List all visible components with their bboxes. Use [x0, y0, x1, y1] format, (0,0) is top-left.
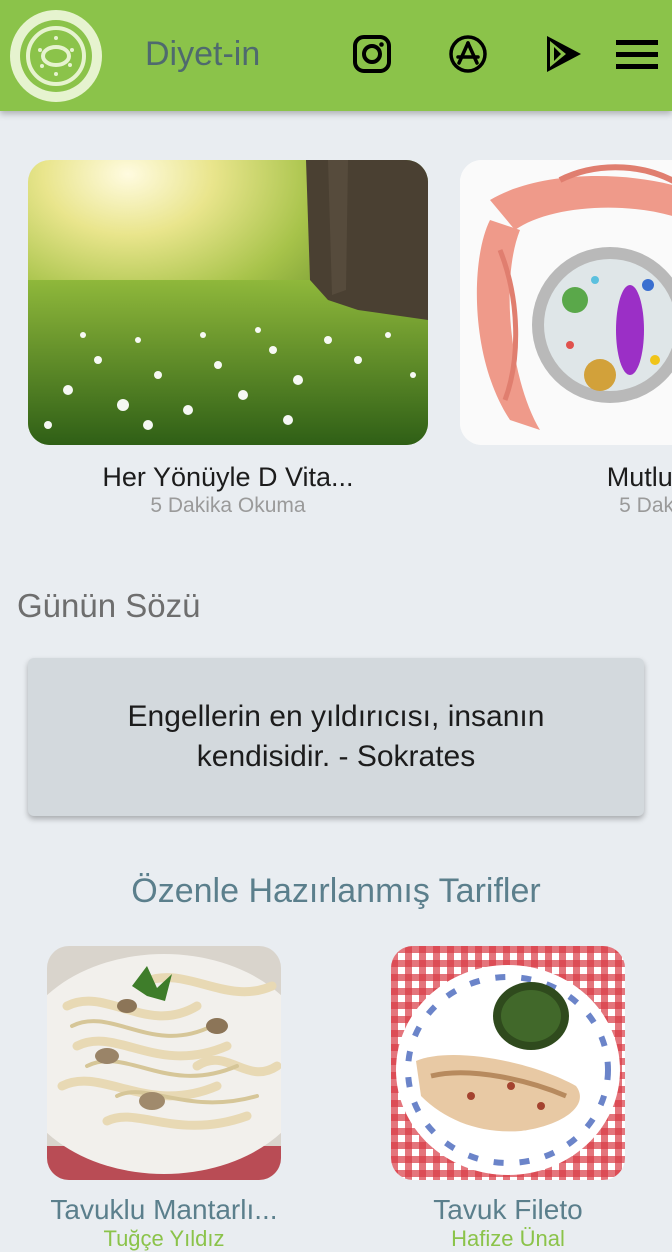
quote-card: Engellerin en yıldırıcısı, insanın kendi… [28, 658, 644, 816]
article-read-time: 5 Dakika Okuma [150, 494, 306, 517]
article-image[interactable] [28, 160, 428, 445]
google-play-icon[interactable] [543, 34, 583, 74]
article-title[interactable]: Her Yönüyle D Vita... [28, 461, 428, 493]
kiwi-logo[interactable] [10, 10, 102, 102]
article-image[interactable] [460, 160, 672, 445]
quote-text: Engellerin en yıldırıcısı, insanın kendi… [127, 700, 545, 773]
recipe-title[interactable]: Tavuk Fileto [391, 1194, 625, 1226]
article-carousel[interactable]: Her Yönüyle D Vita... 5 Dakika Okuma Mut… [0, 160, 672, 530]
quote-section-title: Günün Sözü [17, 587, 201, 624]
article-card[interactable]: Mutlu Ba 5 Dakika [460, 160, 672, 519]
recipes-section-title: Özenle Hazırlanmış Tarifler [131, 872, 541, 910]
recipe-image[interactable] [391, 946, 625, 1180]
recipe-card[interactable]: Tavuklu Mantarlı... Tuğçe Yıldız [47, 946, 281, 1252]
article-card[interactable]: Her Yönüyle D Vita... 5 Dakika Okuma [28, 160, 428, 519]
app-store-icon[interactable] [448, 34, 488, 74]
instagram-icon[interactable] [352, 34, 392, 74]
app-title: Diyet-in [145, 35, 261, 73]
menu-icon[interactable] [614, 38, 660, 72]
recipe-image[interactable] [47, 946, 281, 1180]
top-app-bar: Diyet-in [0, 0, 672, 111]
recipe-author: Hafize Ünal [451, 1226, 565, 1251]
recipe-title[interactable]: Tavuklu Mantarlı... [47, 1194, 281, 1226]
article-title[interactable]: Mutlu Ba [460, 461, 672, 493]
recipe-author: Tuğçe Yıldız [103, 1226, 225, 1251]
article-read-time: 5 Dakika [619, 494, 672, 517]
recipe-card[interactable]: Tavuk Fileto Hafize Ünal [391, 946, 625, 1252]
